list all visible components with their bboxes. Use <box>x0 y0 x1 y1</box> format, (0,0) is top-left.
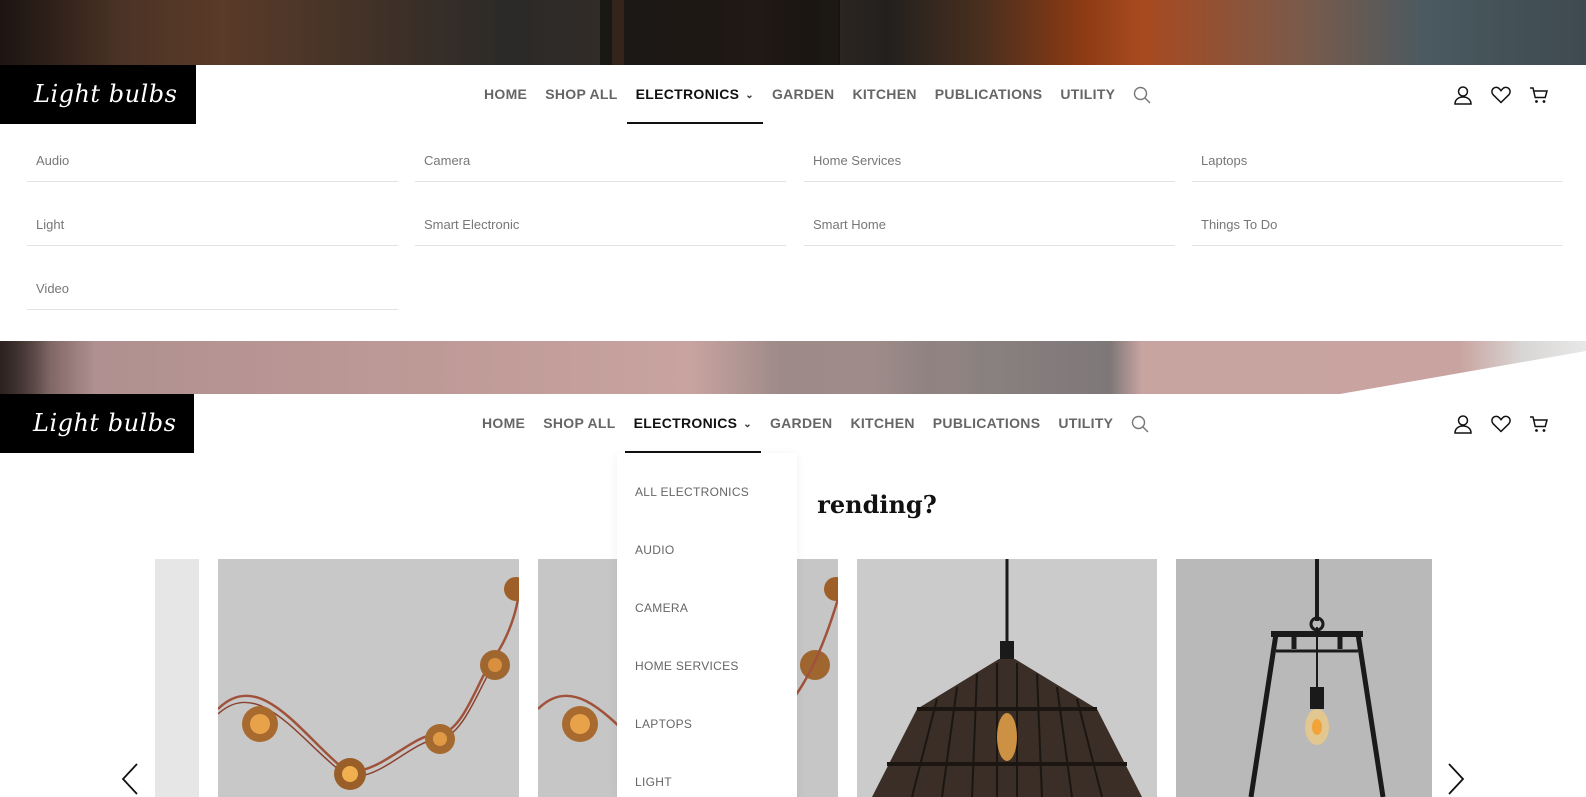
user-icon[interactable] <box>1452 84 1474 106</box>
nav-electronics[interactable]: ELECTRONICS ⌄ <box>624 394 762 453</box>
pendant-lamp-image <box>857 559 1157 797</box>
chevron-left-icon <box>121 763 138 795</box>
header-actions <box>1452 65 1550 124</box>
nav-utility[interactable]: UTILITY <box>1051 65 1124 124</box>
mega-item-audio[interactable]: Audio <box>27 142 398 182</box>
nav-utility[interactable]: UTILITY <box>1049 394 1122 453</box>
user-icon[interactable] <box>1452 413 1474 435</box>
string-lights-image <box>218 559 519 797</box>
nav-shop-all[interactable]: SHOP ALL <box>536 65 626 124</box>
search-icon[interactable] <box>1124 65 1160 124</box>
mega-item-light[interactable]: Light <box>27 206 398 246</box>
dropdown-item-all-electronics[interactable]: ALL ELECTRONICS <box>635 485 749 499</box>
heart-icon[interactable] <box>1490 84 1512 106</box>
cart-icon[interactable] <box>1528 84 1550 106</box>
hero-image-middle <box>0 341 1586 394</box>
nav-electronics[interactable]: ELECTRONICS ⌄ <box>626 65 764 124</box>
nav-publications[interactable]: PUBLICATIONS <box>926 65 1052 124</box>
mega-item-camera[interactable]: Camera <box>415 142 786 182</box>
nav-home[interactable]: HOME <box>475 65 536 124</box>
nav-publications[interactable]: PUBLICATIONS <box>924 394 1050 453</box>
mega-item-things-to-do[interactable]: Things To Do <box>1192 206 1563 246</box>
site-logo[interactable]: Light bulbs <box>0 394 194 453</box>
sticky-header: Light bulbs HOME SHOP ALL ELECTRONICS ⌄ G… <box>0 394 1586 453</box>
mega-menu: Audio Camera Home Services Laptops Light… <box>0 124 1586 341</box>
dropdown-item-audio[interactable]: AUDIO <box>635 543 675 557</box>
site-logo[interactable]: Light bulbs <box>0 65 196 124</box>
mega-item-smart-electronic[interactable]: Smart Electronic <box>415 206 786 246</box>
main-nav: HOME SHOP ALL ELECTRONICS ⌄ GARDEN KITCHE… <box>473 394 1158 453</box>
carousel-next-button[interactable] <box>1444 762 1468 796</box>
heart-icon[interactable] <box>1490 413 1512 435</box>
nav-garden[interactable]: GARDEN <box>763 65 843 124</box>
mega-item-video[interactable]: Video <box>27 270 398 310</box>
cage-lamp-image <box>1176 559 1432 797</box>
product-card[interactable] <box>1176 559 1432 797</box>
product-card-partial[interactable] <box>155 559 199 797</box>
dropdown-item-laptops[interactable]: LAPTOPS <box>635 717 692 731</box>
nav-garden[interactable]: GARDEN <box>761 394 841 453</box>
chevron-down-icon: ⌄ <box>743 419 752 430</box>
nav-kitchen[interactable]: KITCHEN <box>843 65 925 124</box>
nav-electronics-label: ELECTRONICS <box>635 86 740 102</box>
main-nav: HOME SHOP ALL ELECTRONICS ⌄ GARDEN KITCHE… <box>475 65 1160 124</box>
mega-item-home-services[interactable]: Home Services <box>804 142 1175 182</box>
mega-item-laptops[interactable]: Laptops <box>1192 142 1563 182</box>
dropdown-item-home-services[interactable]: HOME SERVICES <box>635 659 739 673</box>
nav-home[interactable]: HOME <box>473 394 534 453</box>
nav-shop-all[interactable]: SHOP ALL <box>534 394 624 453</box>
dropdown-item-camera[interactable]: CAMERA <box>635 601 688 615</box>
carousel-prev-button[interactable] <box>118 762 142 796</box>
chevron-right-icon <box>1448 763 1465 795</box>
nav-electronics-label: ELECTRONICS <box>633 415 738 431</box>
dropdown-item-light[interactable]: LIGHT <box>635 775 672 789</box>
cart-icon[interactable] <box>1528 413 1550 435</box>
product-card[interactable] <box>218 559 519 797</box>
hero-image-top <box>0 0 1586 65</box>
nav-kitchen[interactable]: KITCHEN <box>841 394 923 453</box>
site-header: Light bulbs HOME SHOP ALL ELECTRONICS ⌄ G… <box>0 65 1586 124</box>
search-icon[interactable] <box>1122 394 1158 453</box>
header-actions <box>1452 394 1550 453</box>
electronics-dropdown: ALL ELECTRONICS AUDIO CAMERA HOME SERVIC… <box>617 453 797 797</box>
product-card[interactable] <box>857 559 1157 797</box>
mega-item-smart-home[interactable]: Smart Home <box>804 206 1175 246</box>
chevron-down-icon: ⌄ <box>745 90 754 101</box>
